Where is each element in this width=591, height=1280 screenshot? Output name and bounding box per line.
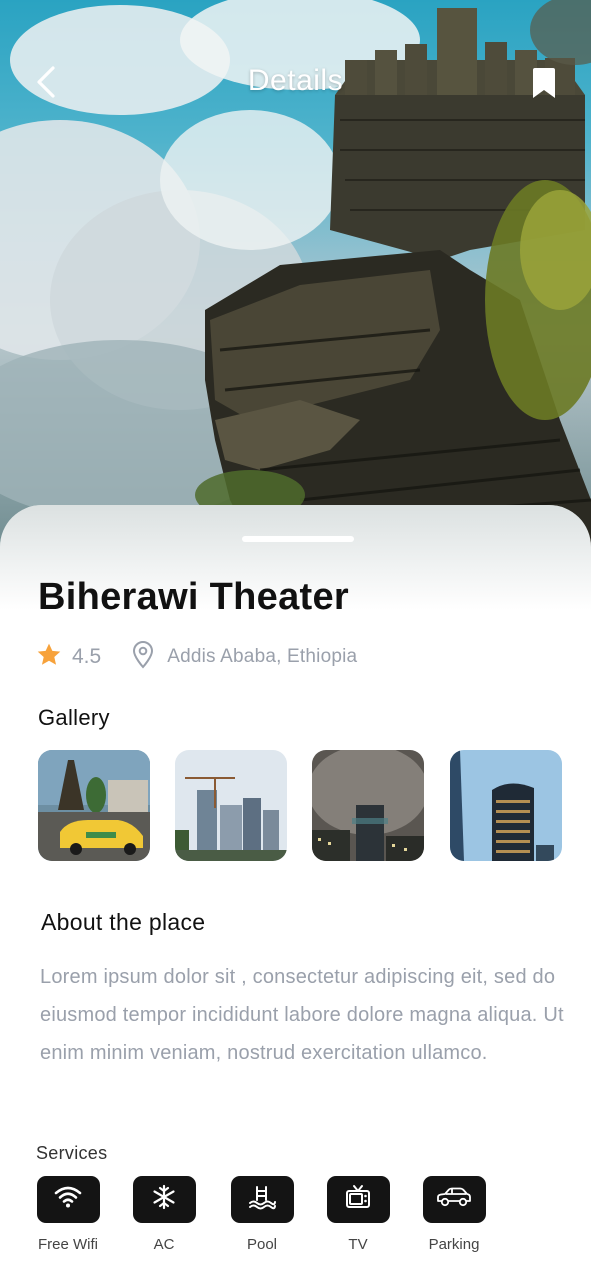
location-text: Addis Ababa, Ethiopia xyxy=(167,646,358,667)
hero-image: Details xyxy=(0,0,591,560)
gallery-image-skyscraper[interactable] xyxy=(450,750,562,861)
service-label: Free Wifi xyxy=(38,1236,98,1253)
service-pool[interactable]: Pool xyxy=(230,1176,294,1253)
top-bar: Details xyxy=(0,58,591,112)
service-ac[interactable]: AC xyxy=(132,1176,196,1253)
services-list: Free Wifi AC Pool TV Parking xyxy=(36,1176,556,1276)
service-parking[interactable]: Parking xyxy=(422,1176,486,1253)
gallery-image-skyline[interactable] xyxy=(175,750,287,861)
details-screen: Details Biherawi Theater 4.5 Addis Ababa… xyxy=(0,0,591,1280)
snowflake-icon xyxy=(151,1184,177,1215)
bookmark-button[interactable] xyxy=(522,64,566,108)
drag-handle[interactable] xyxy=(242,536,354,542)
bookmark-icon xyxy=(530,67,558,105)
gallery-title: Gallery xyxy=(38,705,110,730)
about-title: About the place xyxy=(41,909,206,935)
about-description: Lorem ipsum dolor sit , consectetur adip… xyxy=(40,966,564,1064)
location-pin-icon xyxy=(131,640,167,674)
tv-icon xyxy=(345,1184,371,1215)
place-name: Biherawi Theater xyxy=(38,576,350,618)
services-title: Services xyxy=(36,1143,108,1163)
gallery xyxy=(38,750,562,862)
service-label: TV xyxy=(348,1236,368,1253)
service-free-wifi[interactable]: Free Wifi xyxy=(36,1176,100,1253)
service-tv[interactable]: TV xyxy=(326,1176,390,1253)
meta-row: 4.5 Addis Ababa, Ethiopia xyxy=(36,640,357,674)
wifi-icon xyxy=(54,1185,82,1214)
service-label: Parking xyxy=(428,1236,480,1253)
gallery-image-foggy-tower[interactable] xyxy=(312,750,424,861)
car-icon xyxy=(435,1186,473,1213)
gallery-image-street[interactable] xyxy=(38,750,150,861)
page-title: Details xyxy=(247,64,344,97)
star-icon xyxy=(36,642,72,673)
pool-icon xyxy=(248,1184,276,1215)
service-label: AC xyxy=(153,1236,175,1253)
service-label: Pool xyxy=(246,1236,278,1253)
rating-value: 4.5 xyxy=(72,645,102,668)
